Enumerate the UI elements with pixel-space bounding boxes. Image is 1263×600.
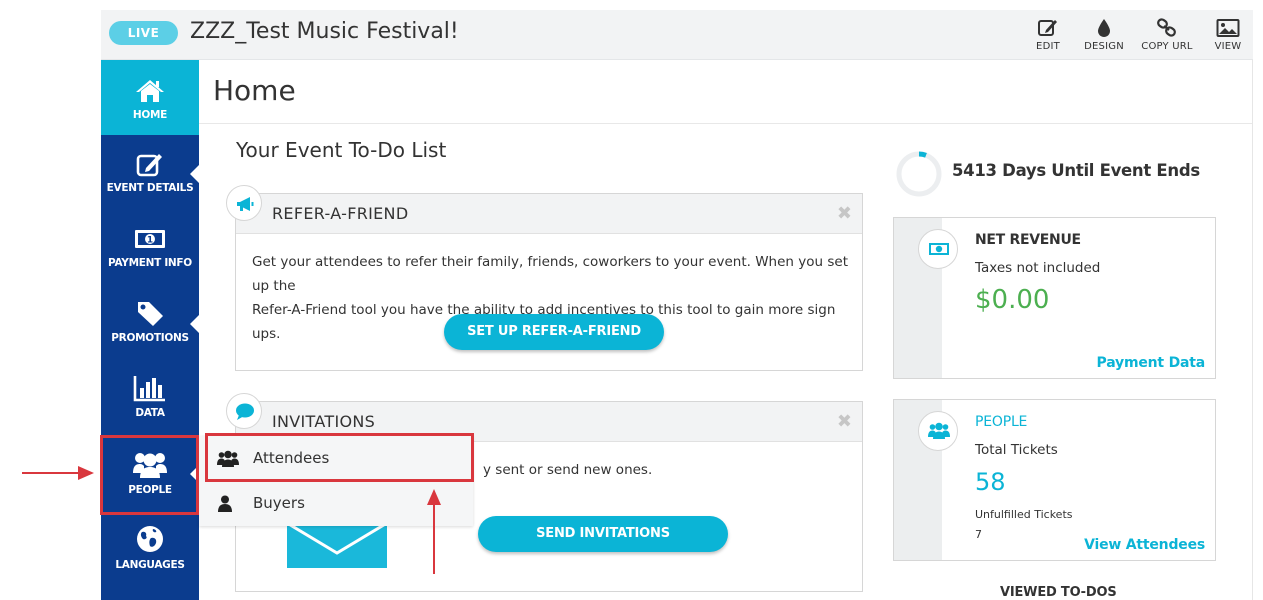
edit-icon — [1038, 20, 1057, 36]
chat-bubble-icon — [236, 403, 254, 420]
globe-icon — [137, 526, 163, 552]
link-icon — [1157, 18, 1176, 37]
sidebar: HOME EVENT DETAILS 1 PAYMENT INFO PROMOT… — [101, 60, 199, 600]
card-title: INVITATIONS — [272, 412, 376, 431]
sidebar-notch — [190, 315, 199, 333]
sidebar-label-home: HOME — [132, 109, 168, 121]
card-icon-circle — [918, 229, 958, 269]
view-label: VIEW — [1214, 41, 1242, 52]
send-invitations-button[interactable]: SEND INVITATIONS — [478, 516, 728, 552]
net-revenue-subtitle: Taxes not included — [975, 260, 1101, 276]
sidebar-item-promotions[interactable]: PROMOTIONS — [101, 285, 199, 360]
countdown-ring — [896, 151, 942, 197]
arrow-right-icon — [78, 466, 94, 480]
highlight-box-people — [100, 435, 199, 515]
arrow-shaft — [433, 504, 435, 574]
refer-description-line: Get your attendees to refer their family… — [252, 254, 848, 294]
sidebar-item-home[interactable]: HOME — [101, 60, 199, 135]
design-label: DESIGN — [1084, 41, 1124, 52]
countdown-text: 5413 Days Until Event Ends — [952, 161, 1200, 180]
money-icon: 1 — [135, 230, 165, 248]
set-up-refer-a-friend-button[interactable]: SET UP REFER-A-FRIEND — [444, 314, 664, 350]
view-button[interactable]: VIEW — [1198, 18, 1258, 52]
menu-item-label: Buyers — [253, 494, 305, 512]
event-title: ZZZ_Test Music Festival! — [190, 19, 459, 44]
invitations-description: y sent or send new ones. — [483, 462, 653, 478]
unfulfilled-tickets-value: 7 — [975, 528, 982, 541]
arrow-up-icon — [427, 489, 441, 505]
highlight-box-attendees — [205, 433, 474, 482]
sidebar-item-data[interactable]: DATA — [101, 360, 199, 435]
card-icon-circle — [226, 185, 262, 221]
card-icon-circle — [226, 393, 262, 429]
net-revenue-title: NET REVENUE — [975, 232, 1081, 248]
user-icon — [218, 495, 232, 512]
copy-url-button[interactable]: COPY URL — [1137, 18, 1197, 52]
image-icon — [1216, 19, 1240, 37]
sidebar-item-payment-info[interactable]: 1 PAYMENT INFO — [101, 210, 199, 285]
sidebar-label-event-details: EVENT DETAILS — [106, 182, 194, 194]
divider — [1252, 60, 1253, 600]
todo-list-title: Your Event To-Do List — [236, 138, 447, 162]
payment-data-link[interactable]: Payment Data — [1097, 355, 1206, 371]
sidebar-notch — [190, 165, 199, 183]
tag-icon — [138, 302, 163, 326]
money-icon — [929, 243, 949, 255]
net-revenue-value: $0.00 — [975, 285, 1050, 315]
sidebar-label-payment-info: PAYMENT INFO — [108, 257, 192, 269]
users-icon — [928, 422, 950, 439]
people-title: PEOPLE — [975, 414, 1028, 430]
people-subtitle: Total Tickets — [975, 442, 1058, 458]
edit-icon — [136, 154, 162, 177]
top-bar: LIVE ZZZ_Test Music Festival! EDIT DESIG… — [101, 10, 1253, 60]
edit-button[interactable]: EDIT — [1018, 18, 1078, 52]
bar-chart-icon — [133, 376, 165, 402]
divider — [199, 123, 1253, 124]
dismiss-card-button[interactable]: ✖ — [837, 411, 852, 432]
unfulfilled-tickets-label: Unfulfilled Tickets — [975, 508, 1073, 521]
home-icon — [136, 80, 164, 102]
envelope-icon — [287, 523, 387, 568]
total-tickets-value: 58 — [975, 468, 1006, 496]
dismiss-card-button[interactable]: ✖ — [837, 203, 852, 224]
sidebar-item-languages[interactable]: LANGUAGES — [101, 510, 199, 585]
sidebar-label-languages: LANGUAGES — [115, 559, 185, 571]
viewed-todos-heading: VIEWED TO-DOS — [1000, 585, 1117, 600]
refer-a-friend-card: REFER-A-FRIEND ✖ Get your attendees to r… — [235, 193, 863, 371]
drop-icon — [1098, 19, 1110, 37]
megaphone-icon — [237, 197, 254, 211]
live-badge: LIVE — [109, 21, 178, 45]
card-title: REFER-A-FRIEND — [272, 204, 409, 223]
card-header: REFER-A-FRIEND ✖ — [236, 194, 862, 234]
sidebar-label-data: DATA — [135, 407, 165, 419]
view-attendees-link[interactable]: View Attendees — [1084, 537, 1205, 553]
card-icon-circle — [918, 411, 958, 451]
svg-text:1: 1 — [147, 236, 153, 246]
design-button[interactable]: DESIGN — [1074, 18, 1134, 52]
copy-url-label: COPY URL — [1141, 41, 1193, 52]
sidebar-item-event-details[interactable]: EVENT DETAILS — [101, 135, 199, 210]
sidebar-label-promotions: PROMOTIONS — [111, 332, 189, 344]
edit-label: EDIT — [1036, 41, 1060, 52]
page-title: Home — [213, 74, 296, 107]
arrow-shaft — [22, 472, 78, 474]
